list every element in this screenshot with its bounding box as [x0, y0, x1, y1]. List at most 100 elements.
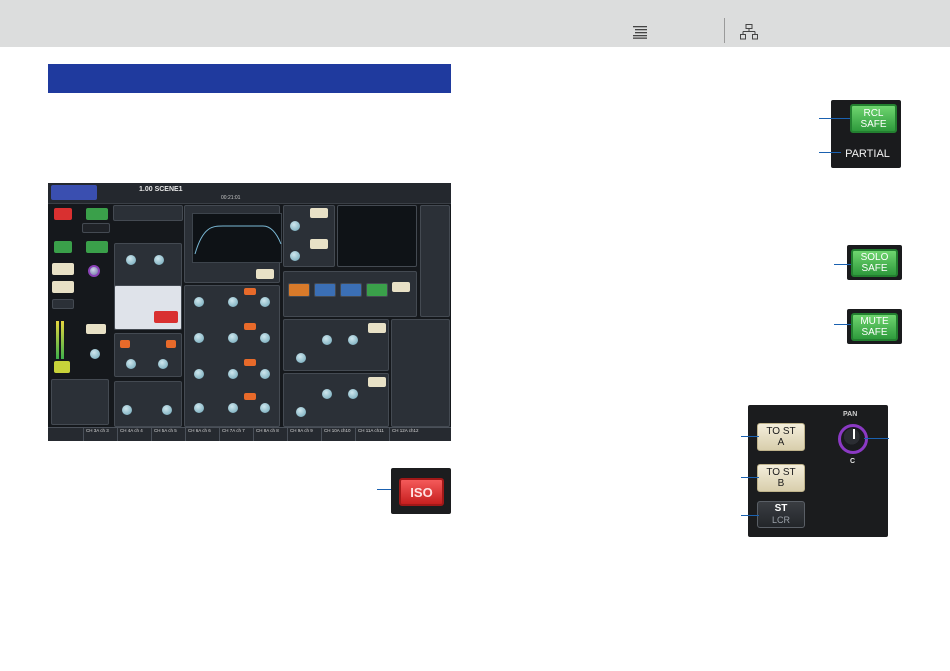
shot-channel-cell: CH 10A ch10: [321, 428, 355, 441]
shot-eq-knob: [194, 369, 204, 379]
rcl-safe-line1: RCL: [863, 107, 884, 119]
shot-eq-knob: [228, 333, 238, 343]
shot-on-button: [86, 324, 106, 334]
shot-aux-panel: [391, 319, 450, 427]
section-title-bar: [48, 64, 451, 93]
leader-line: [741, 477, 759, 478]
toolbar-divider: [724, 18, 725, 43]
shot-fader-knob: [90, 349, 100, 359]
solo-safe-line2: SAFE: [861, 263, 888, 274]
to-st-b-line2: B: [777, 478, 785, 489]
shot-dyn-knob: [322, 389, 332, 399]
sitemap-icon[interactable]: [740, 24, 758, 40]
shot-off-button: [82, 223, 110, 233]
shot-cue-button: [54, 361, 70, 373]
shot-channel-cell: CH 9A ch 9: [287, 428, 321, 441]
shot-meter: [56, 321, 59, 359]
shot-mute-safe-button: [86, 241, 108, 253]
pan-knob[interactable]: [838, 424, 868, 454]
to-st-a-line1: TO ST: [766, 426, 796, 437]
shot-meter: [61, 321, 64, 359]
to-st-a-line2: A: [777, 437, 785, 448]
st-label: ST: [774, 503, 788, 514]
shot-channel-cell: CH 8A ch 8: [253, 428, 287, 441]
leader-line: [741, 515, 759, 516]
shot-iso-button: [54, 208, 72, 220]
shot-eq-knob: [194, 297, 204, 307]
pan-center-label: C: [850, 458, 856, 465]
shot-channel-cell: CH 12A ch12: [389, 428, 423, 441]
shot-channel-cell: CH 11A ch11: [355, 428, 389, 441]
solo-safe-button[interactable]: SOLO SAFE: [851, 249, 898, 277]
console-screenshot: 1.00 SCENE1 00:21:01 CH 3A ch 3 CH 4A ch…: [48, 183, 451, 441]
pan-label: PAN: [843, 411, 858, 418]
shot-channel-cell: CH 3A ch 3: [83, 428, 117, 441]
shot-insert-slot: [340, 283, 362, 297]
shot-insert-slot: [314, 283, 336, 297]
shot-channel-cell: CH 5A ch 5: [151, 428, 185, 441]
partial-button[interactable]: PARTIAL: [838, 143, 897, 164]
to-st-a-button[interactable]: TO ST A: [757, 423, 805, 451]
shot-insert-on: [392, 282, 410, 292]
shot-delay-knob: [122, 405, 132, 415]
stereo-assign-callout-panel: TO ST A TO ST B ST LCR PAN C: [748, 405, 888, 537]
to-st-b-line1: TO ST: [766, 467, 796, 478]
shot-eq-byp: [244, 323, 256, 330]
iso-callout-panel: ISO: [391, 468, 451, 514]
shot-eq-knob: [260, 333, 270, 343]
shot-rcl-safe-button: [86, 208, 108, 220]
mute-safe-line1: MUTE: [860, 316, 889, 327]
shot-delay-panel: [114, 381, 182, 427]
shot-pan-knob: [88, 265, 100, 277]
mute-safe-button[interactable]: MUTE SAFE: [851, 313, 898, 341]
shot-eq-knob: [260, 403, 270, 413]
shot-solo-safe-button: [54, 241, 72, 253]
shot-to-st-b: [52, 281, 74, 293]
shot-analog-gain-panel: [114, 243, 182, 291]
shot-to-st-a: [52, 263, 74, 275]
clock: 00:21:01: [221, 195, 241, 201]
solo-safe-line1: SOLO: [860, 252, 889, 263]
shot-insert-slot: [366, 283, 388, 297]
shot-gain-knob: [154, 255, 164, 265]
shot-eq-knob: [228, 369, 238, 379]
shot-delay-knob: [162, 405, 172, 415]
shot-st-button: [52, 299, 74, 309]
shot-channel-cell: CH 4A ch 4: [117, 428, 151, 441]
shot-lpf-knob: [290, 221, 300, 231]
shot-eq-graph: [192, 213, 282, 263]
shot-library-panel: [51, 379, 109, 425]
scene-name: 1.00 SCENE1: [139, 186, 183, 193]
shot-digital-gain-knob: [126, 359, 136, 369]
shot-hpf-panel: [114, 285, 182, 330]
shot-dyn-knob: [348, 335, 358, 345]
shot-eq-knob: [260, 297, 270, 307]
shot-dyn-knob: [348, 389, 358, 399]
shot-input-patch: [113, 205, 183, 221]
shot-scribble-panel: [337, 205, 417, 267]
shot-dyn-knob: [322, 335, 332, 345]
shot-eq-knob: [228, 297, 238, 307]
channel-select-tab: [51, 185, 97, 200]
shot-insert-slot: [288, 283, 310, 297]
shot-channel-cell: CH 6A ch 6: [185, 428, 219, 441]
st-button[interactable]: ST LCR: [757, 501, 805, 528]
rcl-safe-button[interactable]: RCL SAFE: [850, 104, 897, 133]
shot-eq-knob: [228, 403, 238, 413]
shot-eq-byp: [244, 359, 256, 366]
shot-gain-knob: [126, 255, 136, 265]
iso-button[interactable]: ISO: [399, 478, 444, 506]
shot-eq-byp: [244, 393, 256, 400]
shot-eq-on: [256, 269, 274, 279]
rcl-safe-line2: SAFE: [860, 118, 887, 130]
shot-hpf-knob: [290, 251, 300, 261]
leader-line: [864, 438, 889, 439]
toc-lines-icon[interactable]: [629, 25, 647, 39]
lcr-label: LCR: [771, 515, 790, 525]
shot-eq-knob: [194, 333, 204, 343]
shot-dyn1-on: [368, 323, 386, 333]
shot-eq-byp: [244, 288, 256, 295]
to-st-b-button[interactable]: TO ST B: [757, 464, 805, 492]
leader-line: [819, 118, 854, 119]
shot-dyn2-on: [368, 377, 386, 387]
